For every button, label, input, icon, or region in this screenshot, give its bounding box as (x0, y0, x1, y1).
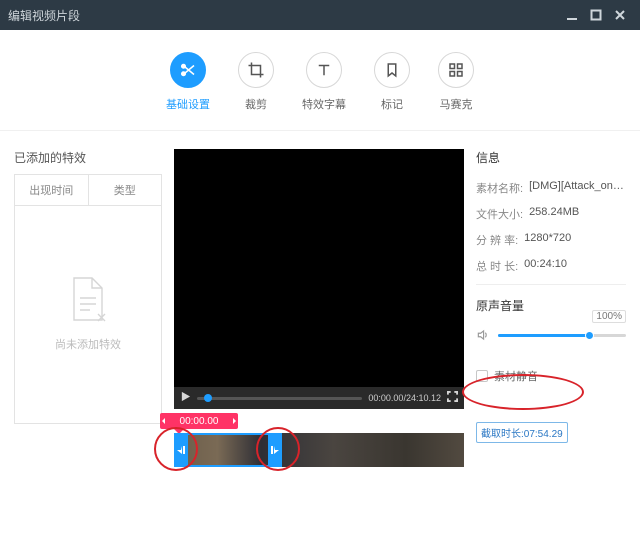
mode-caption[interactable]: 特效字幕 (302, 52, 346, 112)
seek-time-value: 00:00.00 (168, 416, 230, 427)
mode-label: 基础设置 (166, 96, 210, 112)
close-button[interactable] (608, 3, 632, 27)
info-row-size: 文件大小:258.24MB (476, 206, 626, 222)
mode-label: 特效字幕 (302, 96, 346, 112)
title-bar: 编辑视频片段 (0, 0, 640, 30)
volume-thumb[interactable] (585, 331, 594, 340)
mode-label: 马赛克 (440, 96, 473, 112)
video-preview[interactable]: 00:00.00/24:10.12 (174, 149, 464, 409)
tab-appear-time[interactable]: 出现时间 (15, 175, 89, 205)
effects-empty: 尚未添加特效 (15, 206, 161, 422)
seek-track[interactable] (197, 397, 362, 400)
text-icon (306, 52, 342, 88)
mode-label: 裁剪 (245, 96, 267, 112)
mute-checkbox[interactable] (476, 370, 488, 382)
mode-basic[interactable]: 基础设置 (166, 52, 210, 112)
info-panel: 信息 素材名称:[DMG][Attack_on_Titan][31][7... … (476, 149, 626, 467)
effects-title: 已添加的特效 (14, 149, 162, 166)
info-row-name: 素材名称:[DMG][Attack_on_Titan][31][7... (476, 180, 626, 196)
scissors-icon (170, 52, 206, 88)
info-title: 信息 (476, 149, 626, 166)
effects-box: 出现时间 类型 尚未添加特效 (14, 174, 162, 424)
crop-icon (238, 52, 274, 88)
volume-percent: 100% (592, 310, 626, 323)
effects-empty-text: 尚未添加特效 (55, 336, 121, 352)
mode-toolbar: 基础设置 裁剪 特效字幕 标记 马赛克 (0, 30, 640, 131)
maximize-button[interactable] (584, 3, 608, 27)
effects-panel: 已添加的特效 出现时间 类型 尚未添加特效 (14, 149, 162, 467)
fullscreen-button[interactable] (447, 391, 458, 405)
player-area: 00:00.00/24:10.12 00:00.00 (174, 149, 464, 467)
mode-label: 标记 (381, 96, 403, 112)
info-row-duration: 总 时 长:00:24:10 (476, 258, 626, 274)
mosaic-icon (438, 52, 474, 88)
tab-type[interactable]: 类型 (89, 175, 162, 205)
volume-row: 100% (476, 328, 626, 342)
seek-time-tag[interactable]: 00:00.00 (160, 413, 238, 429)
chevron-right-icon (230, 417, 238, 425)
document-icon (67, 276, 109, 324)
bookmark-icon (374, 52, 410, 88)
player-controls: 00:00.00/24:10.12 (174, 387, 464, 409)
timeline-selection (174, 433, 282, 467)
time-display: 00:00.00/24:10.12 (368, 393, 441, 403)
mute-label: 素材静音 (494, 368, 538, 384)
mode-marker[interactable]: 标记 (374, 52, 410, 112)
mute-row[interactable]: 素材静音 (476, 368, 626, 384)
speaker-icon (476, 328, 490, 342)
cut-length-display: 截取时长:07:54.29 (476, 422, 568, 443)
play-button[interactable] (180, 391, 191, 405)
volume-slider[interactable] (498, 334, 626, 337)
effects-tabs: 出现时间 类型 (15, 175, 161, 206)
mode-mosaic[interactable]: 马赛克 (438, 52, 474, 112)
seek-thumb[interactable] (204, 394, 212, 402)
minimize-button[interactable] (560, 3, 584, 27)
trim-handle-end[interactable] (268, 433, 282, 467)
chevron-left-icon (160, 417, 168, 425)
trim-handle-start[interactable] (174, 433, 188, 467)
main-area: 已添加的特效 出现时间 类型 尚未添加特效 00:00.00/24:10.12 … (0, 131, 640, 467)
mode-crop[interactable]: 裁剪 (238, 52, 274, 112)
info-row-resolution: 分 辨 率:1280*720 (476, 232, 626, 248)
timeline[interactable] (174, 433, 464, 467)
window-title: 编辑视频片段 (8, 7, 560, 24)
